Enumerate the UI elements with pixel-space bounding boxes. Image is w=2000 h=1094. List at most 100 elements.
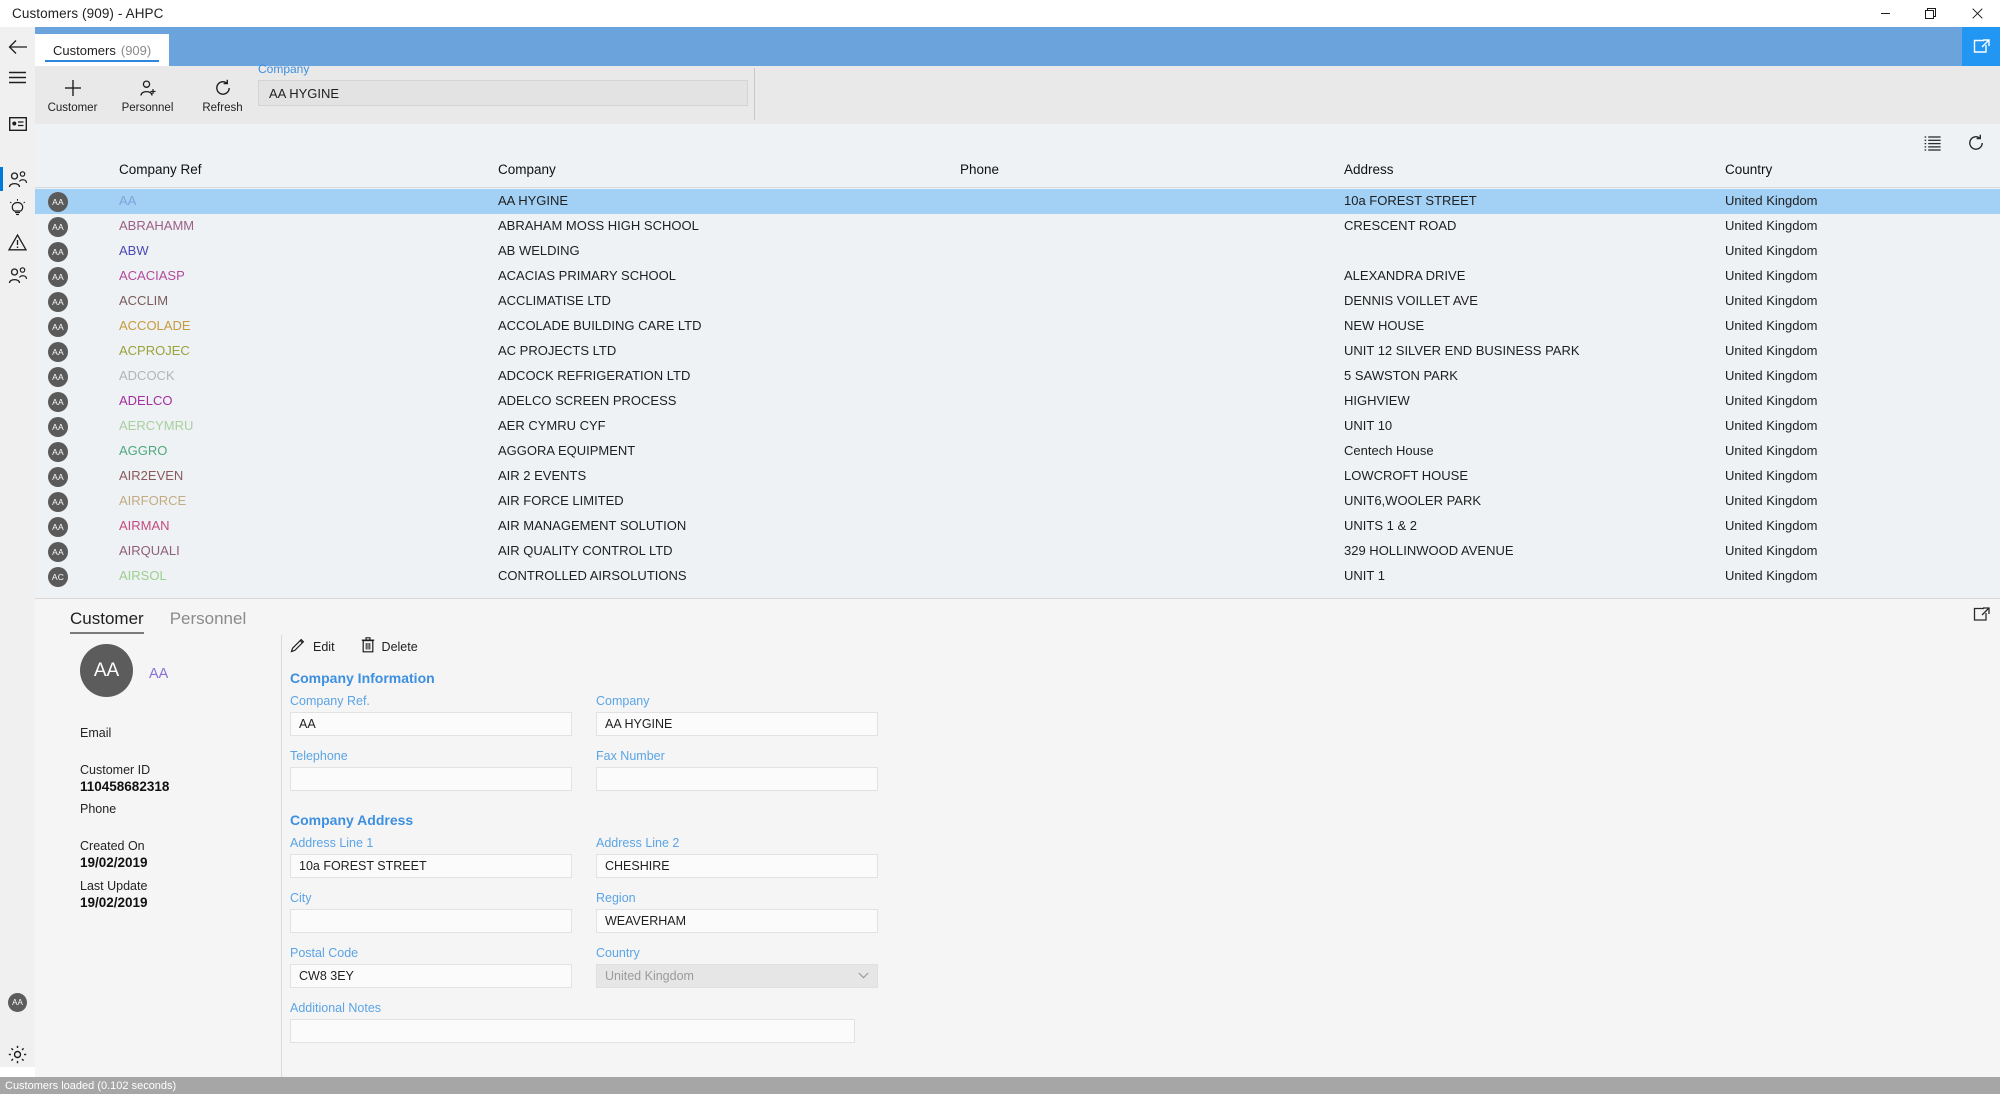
- refresh-icon: [214, 77, 232, 99]
- avatar: AA: [48, 216, 68, 237]
- cell-country: United Kingdom: [1725, 268, 1818, 283]
- avatar: AA: [48, 241, 68, 262]
- tab-customers[interactable]: Customers (909): [35, 34, 170, 66]
- new-customer-button[interactable]: Customer: [35, 66, 110, 124]
- input-company[interactable]: AA HYGINE: [596, 712, 878, 736]
- card-icon[interactable]: [0, 107, 35, 141]
- column-header-phone[interactable]: Phone: [960, 162, 999, 177]
- cell-company-ref: ABRAHAMM: [119, 218, 195, 233]
- table-row[interactable]: AA ACCLIM ACCLIMATISE LTD DENNIS VOILLET AV…: [35, 289, 2000, 314]
- status-bar: Customers loaded (0.102 seconds): [0, 1077, 2000, 1094]
- title-bar: Customers (909) - AHPC: [0, 0, 2000, 27]
- restore-icon[interactable]: [1908, 0, 1954, 27]
- table-row[interactable]: AA ABW AB WELDING United Kingdom: [35, 239, 2000, 264]
- delete-button[interactable]: Delete: [361, 637, 418, 656]
- avatar[interactable]: AA: [8, 993, 27, 1012]
- cell-company-ref: AIRQUALI: [119, 543, 180, 558]
- cell-company-ref: AERCYMRU: [119, 418, 194, 433]
- cell-address: 5 SAWSTON PARK: [1344, 368, 1458, 383]
- avatar: AA: [48, 191, 68, 212]
- input-city[interactable]: [290, 909, 572, 933]
- table-row[interactable]: AA ACPROJEC AC PROJECTS LTD UNIT 12 SILVER …: [35, 339, 2000, 364]
- warning-icon[interactable]: [0, 225, 35, 259]
- table-row[interactable]: AA AA AA HYGINE 10a FOREST STREET United Kin…: [35, 189, 2000, 214]
- table-row[interactable]: AA ABRAHAMM ABRAHAM MOSS HIGH SCHOOL CRESCE…: [35, 214, 2000, 239]
- refresh-button[interactable]: Refresh: [185, 66, 260, 124]
- minimize-icon[interactable]: [1862, 0, 1908, 27]
- gear-icon[interactable]: [8, 1045, 27, 1064]
- cell-country: United Kingdom: [1725, 493, 1818, 508]
- tab-customer[interactable]: Customer: [70, 609, 144, 634]
- label-country: Country: [596, 946, 640, 960]
- cell-company-ref: AIRMAN: [119, 518, 170, 533]
- cell-country: United Kingdom: [1725, 343, 1818, 358]
- edit-button[interactable]: Edit: [290, 637, 335, 656]
- tab-strip: Customers (909): [35, 27, 170, 66]
- table-row[interactable]: AA AGGRO AGGORA EQUIPMENT Centech House Unit…: [35, 439, 2000, 464]
- table-row[interactable]: AA ACACIASP ACACIAS PRIMARY SCHOOL ALEXANDR…: [35, 264, 2000, 289]
- table-row[interactable]: AC AIRSOL CONTROLLED AIRSOLUTIONS UNIT 1 Uni…: [35, 564, 2000, 589]
- cell-company-ref: ACCOLADE: [119, 318, 191, 333]
- input-telephone[interactable]: [290, 767, 572, 791]
- label-postal-code: Postal Code: [290, 946, 359, 960]
- close-icon[interactable]: [1954, 0, 2000, 27]
- cell-company-ref: ADELCO: [119, 393, 173, 408]
- column-header-country[interactable]: Country: [1725, 162, 1772, 177]
- label-telephone: Telephone: [290, 749, 348, 763]
- cell-country: United Kingdom: [1725, 568, 1818, 583]
- cell-company: AIR 2 EVENTS: [498, 468, 587, 483]
- table-row[interactable]: AA AIRMAN AIR MANAGEMENT SOLUTION UNITS 1 &…: [35, 514, 2000, 539]
- input-fax-number[interactable]: [596, 767, 878, 791]
- column-header-company-ref[interactable]: Company Ref: [119, 162, 202, 177]
- refresh-icon[interactable]: [1962, 130, 1990, 156]
- person-add-icon[interactable]: [0, 259, 35, 293]
- new-personnel-button[interactable]: Personnel: [110, 66, 185, 124]
- table-row[interactable]: AA AERCYMRU AER CYMRU CYF UNIT 10 United Kin…: [35, 414, 2000, 439]
- tab-label: Customers: [53, 42, 116, 58]
- tab-personnel[interactable]: Personnel: [170, 609, 247, 634]
- cell-company: ADCOCK REFRIGERATION LTD: [498, 368, 691, 383]
- company-filter-label: Company: [258, 62, 310, 76]
- table-row[interactable]: AA AIR2EVEN AIR 2 EVENTS LOWCROFT HOUSE Unit…: [35, 464, 2000, 489]
- input-address-line-1[interactable]: 10a FOREST STREET: [290, 854, 572, 878]
- table-row[interactable]: AA ADCOCK ADCOCK REFRIGERATION LTD 5 SAWSTO…: [35, 364, 2000, 389]
- table-row[interactable]: AA ADELCO ADELCO SCREEN PROCESS HIGHVIEW Uni…: [35, 389, 2000, 414]
- cell-company: AA HYGINE: [498, 193, 569, 208]
- table-row[interactable]: AA AIRQUALI AIR QUALITY CONTROL LTD 329 HOL…: [35, 539, 2000, 564]
- input-region[interactable]: WEAVERHAM: [596, 909, 878, 933]
- popout-icon[interactable]: [1962, 27, 2000, 66]
- lightbulb-icon[interactable]: [0, 191, 35, 225]
- select-country[interactable]: United Kingdom: [596, 964, 878, 988]
- input-additional-notes[interactable]: [290, 1019, 855, 1043]
- company-filter-input[interactable]: AA HYGINE: [258, 80, 748, 106]
- avatar: AA: [48, 366, 68, 387]
- back-arrow-icon[interactable]: [0, 27, 35, 66]
- cell-company: AGGORA EQUIPMENT: [498, 443, 636, 458]
- summary-field-created-on: Created On 19/02/2019: [80, 839, 148, 870]
- avatar: AA: [48, 266, 68, 287]
- cell-company: AIR QUALITY CONTROL LTD: [498, 543, 673, 558]
- customers-grid: Company Ref Company Phone Address Countr…: [35, 124, 2000, 598]
- cell-country: United Kingdom: [1725, 193, 1818, 208]
- column-header-company[interactable]: Company: [498, 162, 556, 177]
- popout-icon[interactable]: [1973, 607, 1990, 627]
- input-postal-code[interactable]: CW8 3EY: [290, 964, 572, 988]
- cell-country: United Kingdom: [1725, 218, 1818, 233]
- table-row[interactable]: AA ACCOLADE ACCOLADE BUILDING CARE LTD NEW …: [35, 314, 2000, 339]
- table-row[interactable]: AA AIRFORCE AIR FORCE LIMITED UNIT6,WOOLER …: [35, 489, 2000, 514]
- input-company-ref[interactable]: AA: [290, 712, 572, 736]
- cell-company-ref: AIRFORCE: [119, 493, 187, 508]
- column-header-address[interactable]: Address: [1344, 162, 1394, 177]
- cell-company: AER CYMRU CYF: [498, 418, 606, 433]
- cell-company: AB WELDING: [498, 243, 580, 258]
- avatar: AA: [48, 391, 68, 412]
- label-company-ref: Company Ref.: [290, 694, 370, 708]
- detail-divider: [281, 635, 282, 1079]
- list-view-icon[interactable]: [1918, 130, 1946, 156]
- cell-company-ref: AIRSOL: [119, 568, 167, 583]
- edit-label: Edit: [313, 639, 335, 654]
- cell-address: 329 HOLLINWOOD AVENUE: [1344, 543, 1514, 558]
- cell-address: 10a FOREST STREET: [1344, 193, 1477, 208]
- input-address-line-2[interactable]: CHESHIRE: [596, 854, 878, 878]
- command-bar-divider: [754, 68, 755, 120]
